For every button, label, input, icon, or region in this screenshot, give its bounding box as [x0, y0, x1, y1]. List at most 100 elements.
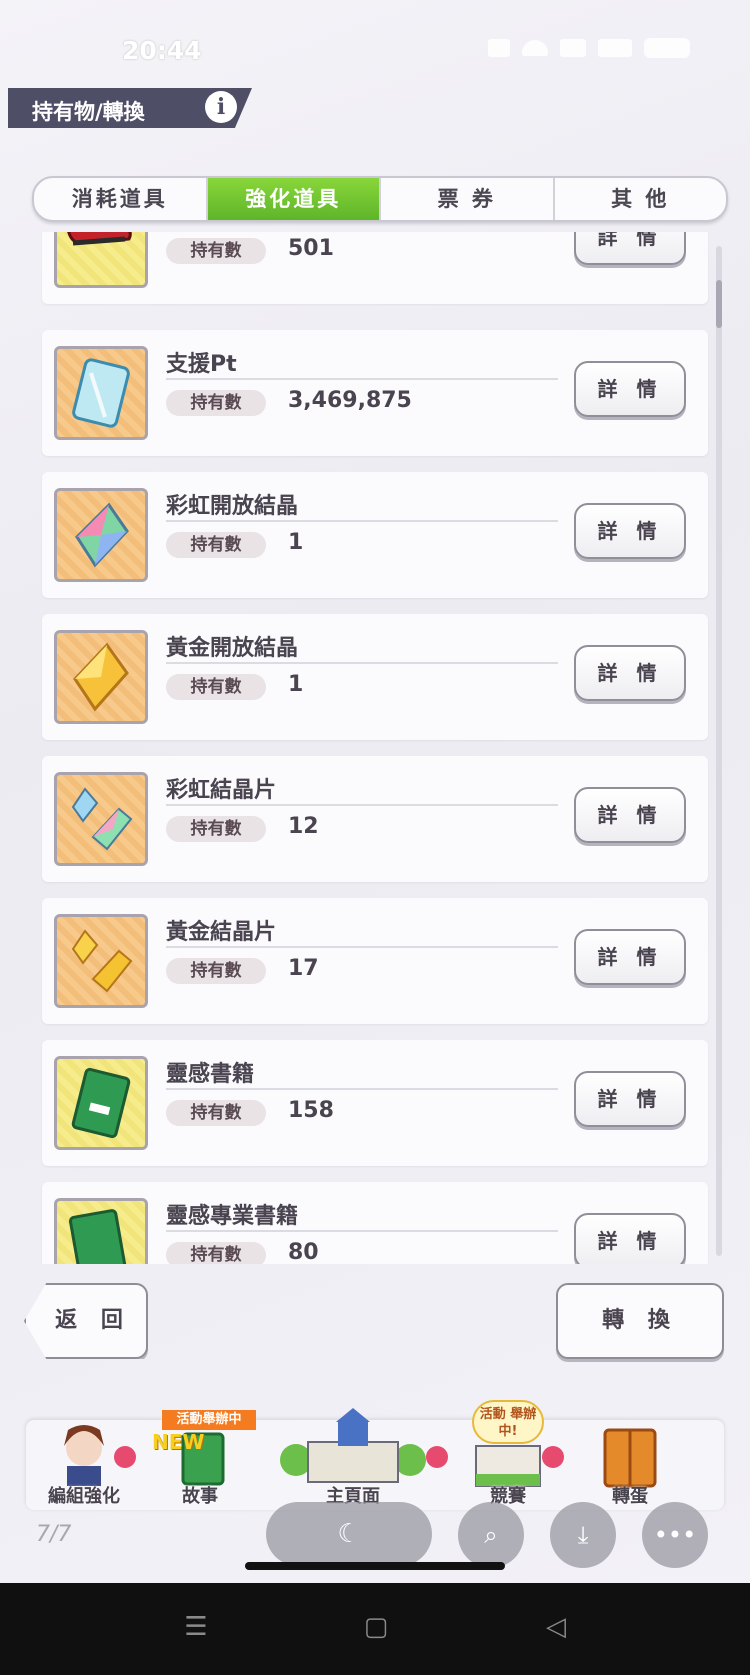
scrollbar-track[interactable]	[716, 246, 722, 1256]
held-count: 17	[288, 956, 319, 981]
list-item: 彩虹結晶片 持有數 12 詳 情	[42, 756, 708, 882]
page-indicator: 7/7	[36, 1522, 72, 1547]
tab-tickets[interactable]: 票 券	[381, 178, 555, 220]
wifi-icon	[522, 40, 548, 56]
list-item: 支援Pt 持有數 3,469,875 詳 情	[42, 330, 708, 456]
notification-badge-icon	[542, 1446, 564, 1468]
held-count: 1	[288, 530, 304, 555]
list-item: 靈感書籍 持有數 158 詳 情	[42, 1040, 708, 1166]
name-divider	[166, 804, 558, 806]
more-icon: •••	[653, 1521, 697, 1549]
nav-label: 故事	[182, 1486, 218, 1507]
item-name: 靈感專業書籍	[166, 1204, 299, 1229]
back-button[interactable]: 返 回	[24, 1283, 148, 1359]
scrollbar-thumb[interactable]	[716, 280, 722, 328]
school-building-icon	[278, 1408, 428, 1492]
item-name: 黃金結晶片	[166, 920, 277, 945]
held-count: 158	[288, 1098, 334, 1123]
detail-button[interactable]: 詳 情	[574, 361, 686, 417]
more-button[interactable]: •••	[642, 1502, 708, 1568]
battery-icon	[644, 38, 690, 58]
list-item: 彩虹開放結晶 持有數 1 詳 情	[42, 472, 708, 598]
hd-icon	[560, 39, 586, 57]
detail-button[interactable]: 詳 情	[574, 929, 686, 985]
gold-crystal-icon	[54, 630, 148, 724]
signal-icon	[598, 39, 632, 57]
inspiration-pro-book-icon	[54, 1198, 148, 1264]
event-bubble: 活動 舉辦中!	[472, 1400, 544, 1444]
held-count: 1	[288, 672, 304, 697]
held-count: 3,469,875	[288, 388, 412, 413]
status-bar: 20:44	[0, 0, 750, 80]
name-divider	[166, 378, 558, 380]
screen-search-button[interactable]: ⌕	[458, 1502, 524, 1568]
status-icons	[488, 38, 690, 58]
held-count: 12	[288, 814, 319, 839]
gold-shards-icon	[54, 914, 148, 1008]
nav-label: 競賽	[490, 1486, 526, 1507]
name-divider	[166, 1088, 558, 1090]
held-label: 持有數	[166, 532, 266, 558]
nav-team-enhance[interactable]: 編組強化	[26, 1420, 142, 1510]
nav-label: 編組強化	[48, 1486, 120, 1507]
convert-button[interactable]: 轉 換	[556, 1283, 724, 1359]
name-divider	[166, 946, 558, 948]
event-ongoing-tag: 活動舉辦中	[162, 1410, 256, 1430]
back-triangle-icon[interactable]: ◁	[536, 1612, 576, 1642]
nav-home[interactable]: 主頁面	[258, 1408, 448, 1510]
held-label: 持有數	[166, 816, 266, 842]
home-square-icon[interactable]: ▢	[356, 1612, 396, 1642]
detail-button[interactable]: 詳 情	[574, 1213, 686, 1264]
held-label: 持有數	[166, 1242, 266, 1264]
held-count: 80	[288, 1240, 319, 1264]
list-item: 黃金開放結晶 持有數 1 詳 情	[42, 614, 708, 740]
download-button[interactable]: ⤓	[550, 1502, 616, 1568]
notification-badge-icon	[426, 1446, 448, 1468]
tab-enhancement[interactable]: 強化道具	[207, 178, 381, 220]
list-item: 靈感專業書籍 持有數 80 詳 情	[42, 1182, 708, 1264]
network-speed-icon	[488, 39, 510, 57]
item-name: 彩虹開放結晶	[166, 494, 299, 519]
detail-button[interactable]: 詳 情	[574, 1071, 686, 1127]
item-list[interactable]: 持有數 501 詳 情 支援Pt 持有數 3,469,875 詳 情 彩虹開放結…	[38, 232, 730, 1264]
notification-badge-icon	[114, 1446, 136, 1468]
list-item: 黃金結晶片 持有數 17 詳 情	[42, 898, 708, 1024]
horse-girl-icon	[49, 1418, 119, 1492]
support-pt-card-icon	[54, 346, 148, 440]
item-name: 彩虹結晶片	[166, 778, 277, 803]
held-label: 持有數	[166, 1100, 266, 1126]
held-count: 501	[288, 236, 334, 261]
inspiration-book-icon	[54, 1056, 148, 1150]
nav-gacha[interactable]: 轉蛋	[568, 1420, 692, 1510]
moon-icon: ☾	[337, 1519, 361, 1549]
home-indicator[interactable]	[245, 1562, 505, 1570]
page-title: 持有物/轉換	[32, 100, 145, 124]
download-icon: ⤓	[577, 1521, 589, 1549]
held-label: 持有數	[166, 958, 266, 984]
status-time: 20:44	[122, 36, 202, 65]
search-icon: ⌕	[484, 1521, 498, 1549]
tab-others[interactable]: 其 他	[555, 178, 727, 220]
detail-button[interactable]: 詳 情	[574, 232, 686, 265]
name-divider	[166, 520, 558, 522]
rainbow-crystal-icon	[54, 488, 148, 582]
held-label: 持有數	[166, 238, 266, 264]
menu-icon[interactable]: ☰	[176, 1612, 216, 1642]
tab-consumables[interactable]: 消耗道具	[34, 178, 208, 220]
bottom-nav: 編組強化 故事 主頁面 競賽 轉蛋	[26, 1408, 724, 1510]
list-item: 持有數 501 詳 情	[42, 232, 708, 304]
detail-button[interactable]: 詳 情	[574, 787, 686, 843]
app-screen: 20:44 持有物/轉換 i 消耗道具 強化道具 票 券 其 他 持有數 501…	[0, 0, 750, 1583]
item-name: 黃金開放結晶	[166, 636, 299, 661]
info-icon[interactable]: i	[205, 91, 237, 123]
name-divider	[166, 1230, 558, 1232]
held-label: 持有數	[166, 674, 266, 700]
night-mode-button[interactable]: ☾	[266, 1502, 432, 1566]
new-tag: NEW	[152, 1430, 205, 1454]
detail-button[interactable]: 詳 情	[574, 645, 686, 701]
item-name: 支援Pt	[166, 352, 237, 377]
red-shoes-icon	[54, 232, 148, 288]
tab-bar: 消耗道具 強化道具 票 券 其 他	[32, 176, 728, 222]
item-name: 靈感書籍	[166, 1062, 255, 1087]
detail-button[interactable]: 詳 情	[574, 503, 686, 559]
